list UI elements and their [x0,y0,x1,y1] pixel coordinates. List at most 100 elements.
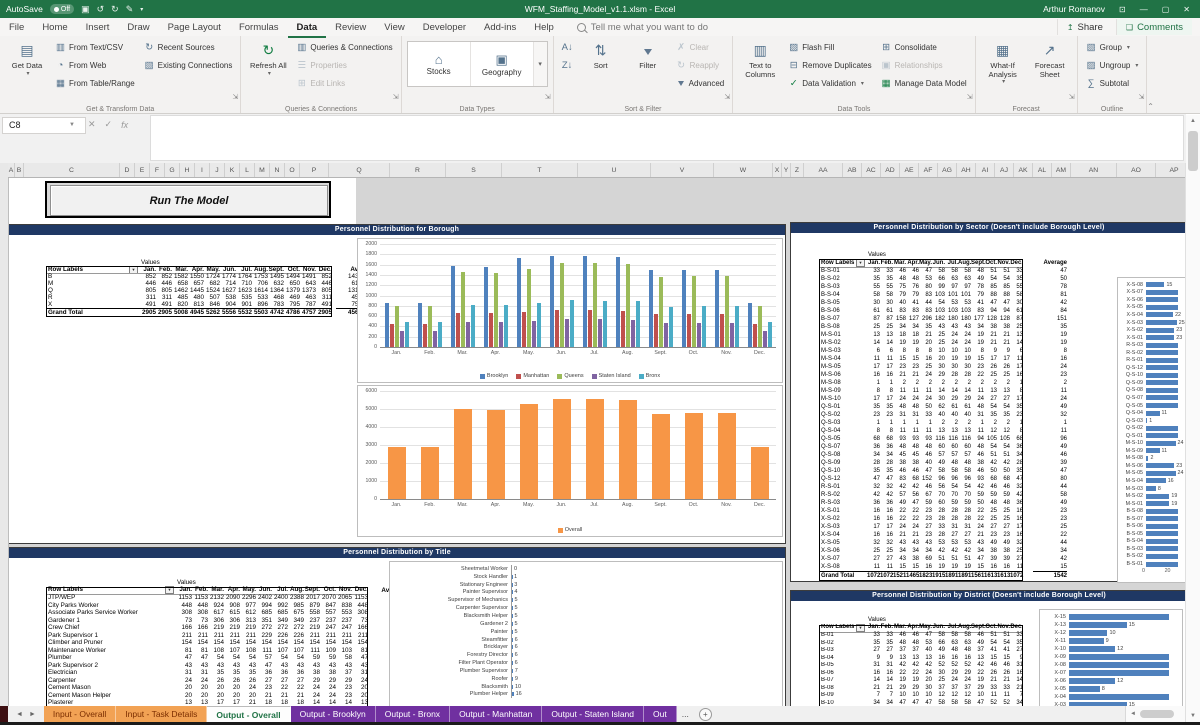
borough-monthly-chart[interactable]: 2000180016001400120010008006004002000Jan… [357,238,783,383]
column-header-x[interactable]: X [773,163,782,177]
get-data-button[interactable]: ▤Get Data▾ [5,38,49,78]
ribbon-tab-insert[interactable]: Insert [77,18,119,36]
column-header-ag[interactable]: AG [938,163,957,177]
from-text-csv-button[interactable]: ▥From Text/CSV [52,38,138,56]
column-header-j[interactable]: J [210,163,225,177]
title-average-chart[interactable]: Sheetmetal Worker0Stock Handler1Stationa… [389,561,783,706]
column-header-aa[interactable]: AA [804,163,843,177]
column-header-m[interactable]: M [255,163,270,177]
pen-icon[interactable]: ✎ [126,4,134,15]
run-the-model-button[interactable]: Run The Model [50,185,328,216]
column-header-r[interactable]: R [390,163,446,177]
confirm-entry-icon[interactable]: ✓ [105,119,113,130]
column-header-al[interactable]: AL [1033,163,1052,177]
undo-icon[interactable]: ↺ [97,4,105,15]
column-header-ao[interactable]: AO [1117,163,1156,177]
dialog-launcher-icon[interactable]: ⇲ [393,93,399,101]
column-header-am[interactable]: AM [1052,163,1071,177]
close-icon[interactable]: ✕ [1183,5,1190,14]
from-web-button[interactable]: ◔From Web [52,56,138,74]
remove-duplicates-button[interactable]: ⊟Remove Duplicates [785,56,874,74]
sort-za-button[interactable]: Z↓ [559,56,576,74]
sheet-tab-output-bronx[interactable]: Output - Bronx [376,706,450,722]
sheet-tab-output-staten-island[interactable]: Output - Staten Island [542,706,644,722]
column-header-t[interactable]: T [502,163,578,177]
ribbon-tab-add-ins[interactable]: Add-ins [475,18,525,36]
from-table-range-button[interactable]: ▦From Table/Range [52,74,138,92]
minimize-icon[interactable]: — [1140,5,1148,14]
subtotal-button[interactable]: ∑Subtotal [1083,74,1142,92]
redo-icon[interactable]: ↻ [111,4,119,15]
borough-overall-chart[interactable]: 6000500040003000200010000Jan.Feb.Mar.Apr… [357,385,783,537]
formula-input[interactable] [150,115,1184,161]
vscroll-up-icon[interactable]: ▲ [1186,115,1200,127]
dialog-launcher-icon[interactable]: ⇲ [233,93,239,101]
sheet-tab-input-task-details[interactable]: Input - Task Details [116,706,207,722]
column-header-d[interactable]: D [120,163,135,177]
column-header-c[interactable]: C [24,163,120,177]
sheet-tab-output-manhattan[interactable]: Output - Manhattan [450,706,542,722]
column-header-ad[interactable]: AD [881,163,900,177]
sheet-tabs-overflow[interactable]: ... [677,706,694,722]
column-header-ah[interactable]: AH [957,163,976,177]
hscroll-thumb[interactable] [1140,710,1174,718]
vscroll-down-icon[interactable]: ▼ [1186,710,1200,722]
district-average-chart[interactable]: X-15X-1315X-1210X-119X-1012X-09X-08X-07X… [1039,609,1183,706]
insert-function-icon[interactable]: fx [121,120,128,130]
filter-button[interactable]: Filter [626,38,670,71]
gallery-more-icon[interactable]: ▾ [534,42,547,86]
restore-icon[interactable]: ▢ [1162,5,1170,14]
column-header-e[interactable]: E [135,163,150,177]
column-header-g[interactable]: G [165,163,180,177]
sort-az-button[interactable]: A↓ [559,38,576,56]
name-box-dropdown-icon[interactable]: ▼ [69,118,75,133]
column-header-v[interactable]: V [651,163,714,177]
sector-average-chart[interactable]: X-S-0815X-S-07X-S-06X-S-05X-S-0422X-S-03… [1117,277,1186,583]
column-header-ab[interactable]: AB [843,163,862,177]
column-header-ae[interactable]: AE [900,163,919,177]
advanced-button[interactable]: Advanced [673,74,728,92]
manage-data-model-button[interactable]: ▦Manage Data Model [878,74,970,92]
dialog-launcher-icon[interactable]: ⇲ [967,93,973,101]
column-header-b[interactable]: B [15,163,24,177]
existing-connections-button[interactable]: ▧Existing Connections [141,56,236,74]
ribbon-tab-help[interactable]: Help [525,18,563,36]
column-header-y[interactable]: Y [782,163,791,177]
recent-sources-button[interactable]: ↻Recent Sources [141,38,236,56]
ribbon-tab-view[interactable]: View [375,18,413,36]
forecast-sheet-button[interactable]: ↗Forecast Sheet [1028,38,1072,79]
column-header-s[interactable]: S [446,163,502,177]
column-header-q[interactable]: Q [329,163,390,177]
column-header-h[interactable]: H [180,163,195,177]
column-header-a[interactable]: A [8,163,15,177]
queries-connections-button[interactable]: ▥Queries & Connections [293,38,395,56]
column-header-z[interactable]: Z [791,163,804,177]
stocks-button[interactable]: ⌂Stocks [408,42,471,86]
hscroll-left-icon[interactable]: ◄ [1126,711,1140,717]
quick-access-dropdown-icon[interactable]: ▾ [140,6,143,13]
dialog-launcher-icon[interactable]: ⇲ [1069,93,1075,101]
what-if-analysis-button[interactable]: ▦What-If Analysis▾ [981,38,1025,86]
sheet-tab-output-brooklyn[interactable]: Output - Brooklyn [291,706,376,722]
name-box[interactable]: C8 ▼ [2,117,86,134]
sheet-tab-output-overall[interactable]: Output - Overall [207,706,290,722]
sheet-tab-out[interactable]: Out [644,706,677,722]
collapse-ribbon-icon[interactable]: ⌃ [1147,102,1154,111]
row-number-gutter[interactable] [0,163,9,706]
dialog-launcher-icon[interactable]: ⇲ [1139,93,1145,101]
column-header-l[interactable]: L [240,163,255,177]
tell-me-search[interactable]: Tell me what you want to do [577,22,708,33]
column-header-i[interactable]: I [195,163,210,177]
column-header-ak[interactable]: AK [1014,163,1033,177]
group-button[interactable]: ▧Group▾ [1083,38,1142,56]
sheet-tab-input-overall[interactable]: Input - Overall [44,706,116,722]
sheet-nav-left-icon[interactable]: ◄ [16,711,23,718]
ribbon-tab-review[interactable]: Review [326,18,375,36]
sort-button[interactable]: ⇅Sort [579,38,623,71]
column-header-f[interactable]: F [150,163,165,177]
refresh-all-button[interactable]: ↻Refresh All▾ [246,38,290,78]
new-sheet-button[interactable]: + [699,708,712,721]
ribbon-tab-draw[interactable]: Draw [118,18,158,36]
vertical-scrollbar[interactable]: ▲ ▼ [1185,115,1200,722]
column-header-an[interactable]: AN [1071,163,1117,177]
